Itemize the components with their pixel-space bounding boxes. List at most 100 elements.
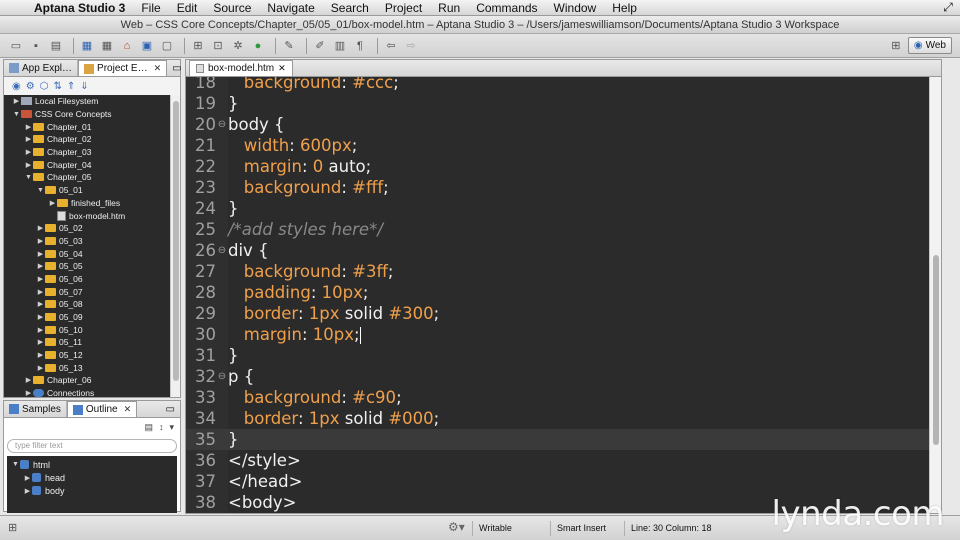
wand-icon[interactable]: ✎ — [281, 39, 297, 53]
fullscreen-icon[interactable]: ⤢ — [936, 0, 960, 15]
minimize-icon[interactable]: ▭ — [161, 401, 180, 417]
collapse-all-icon[interactable]: ▤ — [144, 422, 153, 433]
collapsed-arrow-icon[interactable]: ▶ — [36, 326, 45, 334]
run-icon[interactable]: ● — [250, 39, 266, 53]
code-line[interactable]: 24} — [186, 198, 931, 219]
code-line[interactable]: 30 margin: 10px; — [186, 324, 931, 345]
expanded-arrow-icon[interactable]: ▼ — [11, 461, 20, 468]
tab-project-explorer[interactable]: Project E… ✕ — [78, 60, 168, 76]
fold-toggle-icon[interactable]: ⊖ — [216, 119, 228, 130]
collapsed-arrow-icon[interactable]: ▶ — [36, 351, 45, 359]
download-icon[interactable]: ⇓ — [80, 81, 88, 92]
collapsed-arrow-icon[interactable]: ▶ — [36, 262, 45, 270]
code-line[interactable]: 27 background: #3ff; — [186, 261, 931, 282]
code-line[interactable]: 35} — [186, 429, 931, 450]
code-line[interactable]: 25 /*add styles here*/ — [186, 219, 931, 240]
menu-help[interactable]: Help — [604, 0, 645, 16]
tab-samples[interactable]: Samples — [4, 401, 67, 417]
fold-toggle-icon[interactable]: ⊖ — [216, 371, 228, 382]
highlight-icon[interactable]: ▥ — [332, 39, 348, 53]
collapsed-arrow-icon[interactable]: ▶ — [36, 364, 45, 372]
close-icon[interactable]: ✕ — [124, 404, 132, 415]
preview-icon[interactable]: ▣ — [139, 39, 155, 53]
collapsed-arrow-icon[interactable]: ▶ — [23, 474, 32, 482]
outline-filter-input[interactable]: type filter text — [7, 439, 177, 453]
code-line[interactable]: 23 background: #fff; — [186, 177, 931, 198]
collapsed-arrow-icon[interactable]: ▶ — [24, 123, 33, 131]
collapsed-arrow-icon[interactable]: ▶ — [24, 161, 33, 169]
tab-app-explorer[interactable]: App Expl… — [4, 60, 79, 76]
code-line[interactable]: 32 ⊖ p { — [186, 366, 931, 387]
code-line[interactable]: 31} — [186, 345, 931, 366]
collapsed-arrow-icon[interactable]: ▶ — [36, 288, 45, 296]
tree-item[interactable]: ▶ 05_13 — [4, 361, 171, 374]
collapsed-arrow-icon[interactable]: ▶ — [36, 313, 45, 321]
code-line[interactable]: 22 margin: 0 auto; — [186, 156, 931, 177]
deploy-icon[interactable]: ⊡ — [210, 39, 226, 53]
close-icon[interactable]: ✕ — [278, 63, 286, 74]
globe-icon[interactable]: ◉ — [12, 81, 21, 92]
package-icon[interactable]: ⊞ — [190, 39, 206, 53]
tree-item[interactable]: box-model.htm — [4, 209, 171, 222]
back-icon[interactable]: ⇦ — [383, 39, 399, 53]
print-icon[interactable]: ▤ — [48, 39, 64, 53]
fast-view-icon[interactable]: ⊞ — [8, 521, 17, 534]
menu-search[interactable]: Search — [323, 0, 377, 16]
menu-edit[interactable]: Edit — [169, 0, 206, 16]
collapsed-arrow-icon[interactable]: ▶ — [36, 224, 45, 232]
collapsed-arrow-icon[interactable]: ▶ — [48, 199, 57, 207]
expanded-arrow-icon[interactable]: ▼ — [24, 174, 33, 181]
code-line[interactable]: 37 </head> — [186, 471, 931, 492]
collapsed-arrow-icon[interactable]: ▶ — [24, 376, 33, 384]
collapsed-arrow-icon[interactable]: ▶ — [36, 338, 45, 346]
tree-item[interactable]: ▶ Chapter_02 — [4, 133, 171, 146]
menu-window[interactable]: Window — [546, 0, 605, 16]
collapsed-arrow-icon[interactable]: ▶ — [24, 148, 33, 156]
paragraph-icon[interactable]: ¶ — [352, 39, 368, 53]
collapsed-arrow-icon[interactable]: ▶ — [12, 97, 21, 105]
tree-item[interactable]: ▶ 05_09 — [4, 311, 171, 324]
tree-item[interactable]: ▶ 05_10 — [4, 323, 171, 336]
editor-scrollbar[interactable] — [929, 77, 941, 513]
tree-item[interactable]: ▶ Chapter_03 — [4, 146, 171, 159]
tree-item[interactable]: ▶ 05_03 — [4, 235, 171, 248]
collapsed-arrow-icon[interactable]: ▶ — [24, 135, 33, 143]
tree-item[interactable]: ▶ 05_06 — [4, 273, 171, 286]
outline-item[interactable]: ▶ head — [7, 471, 177, 484]
tree-item[interactable]: ▶ Chapter_01 — [4, 120, 171, 133]
menu-source[interactable]: Source — [205, 0, 259, 16]
tree-item[interactable]: ▼ Chapter_05 — [4, 171, 171, 184]
gear-icon[interactable]: ⚙ — [26, 81, 35, 92]
collapsed-arrow-icon[interactable]: ▶ — [36, 237, 45, 245]
new-icon[interactable]: ▭ — [8, 39, 24, 53]
code-line[interactable]: 18 background: #ccc; — [186, 77, 931, 93]
code-line[interactable]: 36 </style> — [186, 450, 931, 471]
annotate-icon[interactable]: ✐ — [312, 39, 328, 53]
code-line[interactable]: 26 ⊖ div { — [186, 240, 931, 261]
code-line[interactable]: 29 border: 1px solid #300; — [186, 303, 931, 324]
tree-item[interactable]: ▶ 05_11 — [4, 336, 171, 349]
menu-run[interactable]: Run — [430, 0, 468, 16]
menu-project[interactable]: Project — [377, 0, 430, 16]
open-perspective-icon[interactable]: ⊞ — [888, 39, 904, 53]
collapsed-arrow-icon[interactable]: ▶ — [23, 487, 32, 495]
save-icon[interactable]: ▪ — [28, 39, 44, 53]
fold-toggle-icon[interactable]: ⊖ — [216, 245, 228, 256]
menu-navigate[interactable]: Navigate — [259, 0, 322, 16]
gear-icon[interactable]: ⚙▾ — [448, 520, 465, 534]
code-line[interactable]: 34 border: 1px solid #000; — [186, 408, 931, 429]
tree-item[interactable]: ▶ 05_04 — [4, 247, 171, 260]
expanded-arrow-icon[interactable]: ▼ — [36, 187, 45, 194]
project-tree-scrollbar[interactable] — [170, 95, 180, 397]
menu-file[interactable]: File — [133, 0, 168, 16]
collapsed-arrow-icon[interactable]: ▶ — [24, 389, 33, 397]
outline-item[interactable]: ▶ body — [7, 484, 177, 497]
close-icon[interactable]: ✕ — [154, 63, 162, 74]
tab-box-model[interactable]: box-model.htm ✕ — [189, 60, 293, 76]
home-icon[interactable]: ⌂ — [119, 39, 135, 53]
tab-outline[interactable]: Outline ✕ — [66, 401, 138, 417]
menu-app-name[interactable]: Aptana Studio 3 — [30, 0, 133, 16]
tree-item[interactable]: ▶ 05_12 — [4, 349, 171, 362]
tree-item[interactable]: ▼ CSS Core Concepts — [4, 108, 171, 121]
forward-icon[interactable]: ⇨ — [403, 39, 419, 53]
